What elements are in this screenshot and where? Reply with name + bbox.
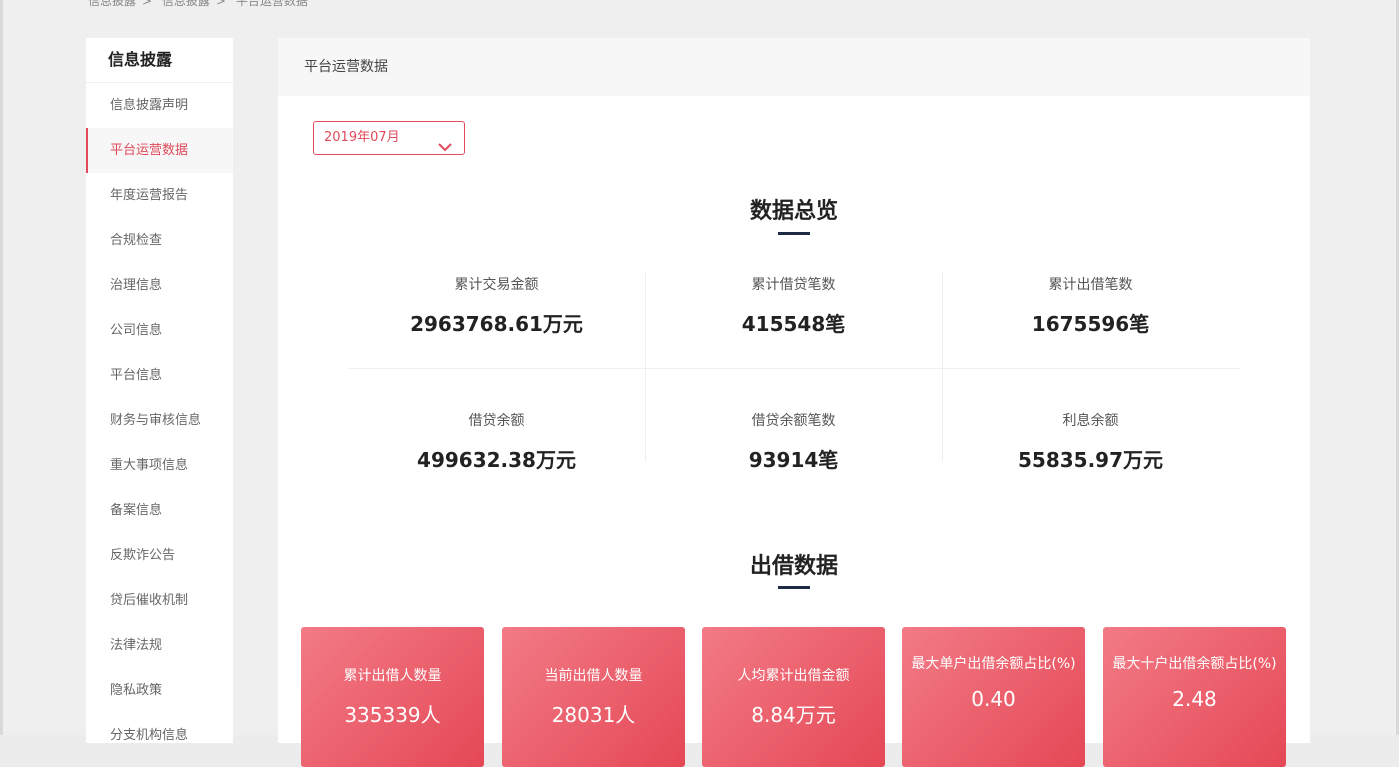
sidebar-item-anti-fraud[interactable]: 反欺诈公告 (86, 533, 233, 578)
date-select-value: 2019年07月 (324, 130, 400, 145)
chevron-down-icon (438, 133, 452, 165)
sidebar-item-governance-info[interactable]: 治理信息 (86, 263, 233, 308)
card-avg-lending-amount: 人均累计出借金额 8.84万元 (702, 627, 885, 767)
frame-border-left (0, 0, 3, 735)
stat-loan-balance: 借贷余额 499632.38万元 (348, 410, 645, 473)
sidebar-item-annual-report[interactable]: 年度运营报告 (86, 173, 233, 218)
breadcrumb-item[interactable]: 信息披露 (162, 0, 210, 8)
card-cumulative-lenders: 累计出借人数量 335339人 (301, 627, 484, 767)
stat-label: 累计出借笔数 (1048, 277, 1133, 293)
stat-cumulative-loans: 累计借贷笔数 415548笔 (645, 274, 942, 337)
main-header: 平台运营数据 (278, 38, 1310, 96)
sidebar: 信息披露 信息披露声明 平台运营数据 年度运营报告 合规检查 治理信息 公司信息… (86, 38, 233, 743)
sidebar-item-compliance-check[interactable]: 合规检查 (86, 218, 233, 263)
lending-data-title: 出借数据 (749, 554, 838, 579)
stat-loan-balance-count: 借贷余额笔数 93914笔 (645, 410, 942, 473)
sidebar-item-platform-info[interactable]: 平台信息 (86, 353, 233, 398)
breadcrumb-item-current: 平台运营数据 (235, 0, 308, 8)
overview-title: 数据总览 (749, 199, 838, 224)
card-value: 28031人 (551, 703, 636, 727)
card-value: 8.84万元 (751, 703, 836, 727)
stat-label: 借贷余额 (468, 413, 525, 429)
stat-value: 2963768.61万元 (410, 312, 583, 336)
card-label: 最大单户出借余额占比(%) (911, 656, 1076, 672)
stat-value: 415548笔 (741, 312, 846, 336)
sidebar-item-filing-info[interactable]: 备案信息 (86, 488, 233, 533)
page-frame: 信息披露 > 信息披露 > 平台运营数据 信息披露 信息披露声明 平台运营数据 年度… (0, 0, 1399, 767)
sidebar-item-platform-operation-data[interactable]: 平台运营数据 (86, 128, 233, 173)
card-current-lenders: 当前出借人数量 28031人 (502, 627, 685, 767)
card-label: 当前出借人数量 (544, 668, 643, 684)
sidebar-item-laws[interactable]: 法律法规 (86, 623, 233, 668)
card-value: 335339人 (344, 703, 441, 727)
card-value: 2.48 (1172, 687, 1217, 711)
date-select[interactable]: 2019年07月 (313, 121, 465, 155)
stat-label: 累计交易金额 (454, 277, 539, 293)
sidebar-item-disclosure-statement[interactable]: 信息披露声明 (86, 83, 233, 128)
stat-value: 93914笔 (748, 448, 839, 472)
sidebar-item-finance-audit[interactable]: 财务与审核信息 (86, 398, 233, 443)
sidebar-item-privacy-policy[interactable]: 隐私政策 (86, 668, 233, 713)
breadcrumb: 信息披露 > 信息披露 > 平台运营数据 (88, 0, 314, 9)
card-max-single-lender-ratio: 最大单户出借余额占比(%) 0.40 (902, 627, 1085, 767)
stats-divider-horizontal (348, 368, 1240, 369)
main-panel: 平台运营数据 2019年07月 数据总览 累计交易金额 2963768.61万元… (278, 38, 1310, 767)
lending-title-bar (778, 586, 810, 589)
stat-value: 499632.38万元 (417, 448, 576, 472)
card-label: 累计出借人数量 (343, 668, 442, 684)
sidebar-item-major-events[interactable]: 重大事项信息 (86, 443, 233, 488)
stat-interest-balance: 利息余额 55835.97万元 (942, 410, 1239, 473)
sidebar-title: 信息披露 (86, 38, 233, 83)
stat-label: 累计借贷笔数 (751, 277, 836, 293)
breadcrumb-item[interactable]: 信息披露 (88, 0, 136, 8)
sidebar-item-collection-mechanism[interactable]: 贷后催收机制 (86, 578, 233, 623)
card-label: 人均累计出借金额 (737, 668, 850, 684)
sidebar-item-branch-info[interactable]: 分支机构信息 (86, 713, 233, 758)
sidebar-item-company-info[interactable]: 公司信息 (86, 308, 233, 353)
card-max-ten-lenders-ratio: 最大十户出借余额占比(%) 2.48 (1103, 627, 1286, 767)
stat-label: 借贷余额笔数 (751, 413, 836, 429)
stat-value: 1675596笔 (1031, 312, 1150, 336)
stat-value: 55835.97万元 (1017, 448, 1163, 472)
card-label: 最大十户出借余额占比(%) (1112, 656, 1277, 672)
stat-cumulative-transaction: 累计交易金额 2963768.61万元 (348, 274, 645, 337)
stat-cumulative-lendings: 累计出借笔数 1675596笔 (942, 274, 1239, 337)
overview-title-bar (778, 232, 810, 235)
card-value: 0.40 (971, 687, 1016, 711)
stat-label: 利息余额 (1062, 413, 1119, 429)
overview-stats: 累计交易金额 2963768.61万元 累计借贷笔数 415548笔 累计出借笔… (348, 266, 1240, 472)
